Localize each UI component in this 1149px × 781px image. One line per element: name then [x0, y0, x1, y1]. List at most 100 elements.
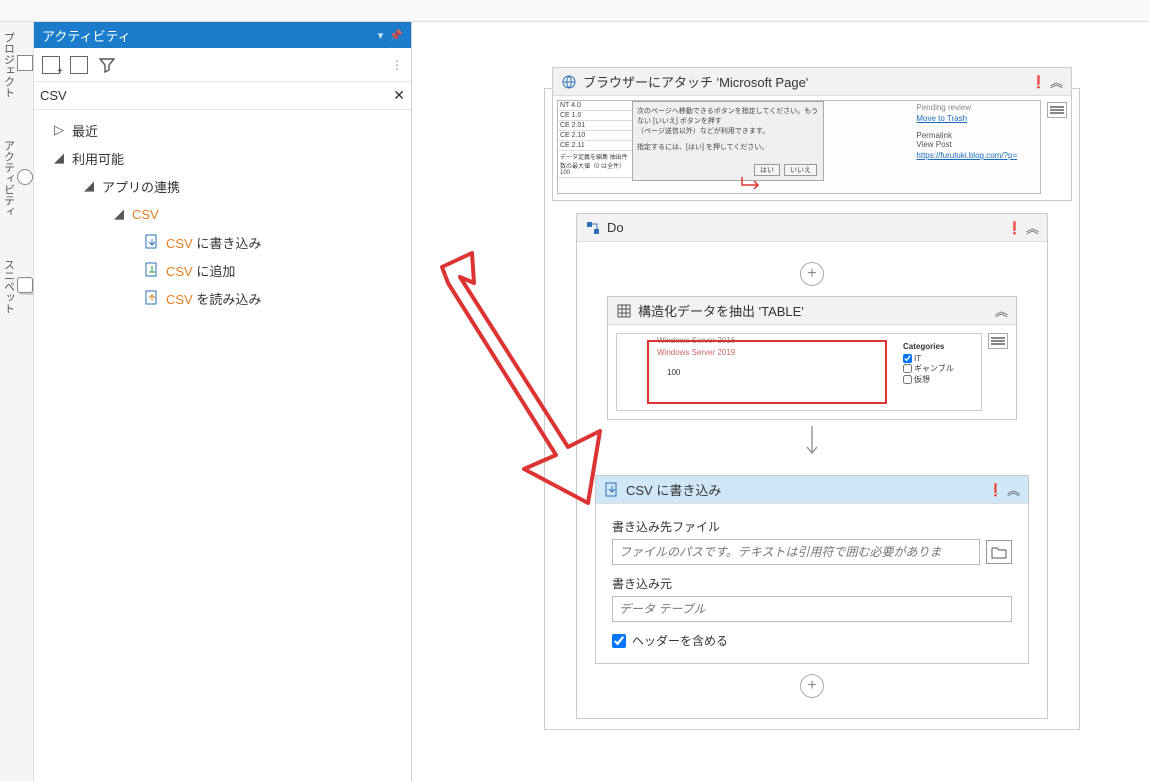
extract-card[interactable]: 構造化データを抽出 'TABLE' ︽ Windows Server 2016 …	[607, 296, 1017, 420]
tree-app-integration[interactable]: ◢ アプリの連携	[34, 172, 411, 200]
options-icon[interactable]	[1047, 102, 1067, 118]
extract-title: 構造化データを抽出 'TABLE'	[638, 301, 804, 320]
panel-pin-icon[interactable]: ▾	[378, 29, 384, 42]
do-body: + 構造化データを抽出 'TABLE' ︽ Wind	[577, 242, 1047, 718]
info-icon[interactable]: ❗	[1007, 221, 1022, 235]
designer-canvas[interactable]: ブラウザーにアタッチ 'Microsoft Page' ❗ ︽ NT 4.0 C…	[412, 22, 1149, 781]
rail-project-label: プロジェクト	[1, 32, 17, 98]
extract-body: Windows Server 2016 Windows Server 2019 …	[608, 325, 1016, 419]
do-icon	[585, 220, 601, 236]
cat-it-checkbox	[903, 354, 912, 363]
tree-item-csv-write-hl: CSV	[166, 236, 193, 251]
sequence-container: ブラウザーにアタッチ 'Microsoft Page' ❗ ︽ NT 4.0 C…	[544, 88, 1080, 730]
thumb-right-panel: Pending review Move to Trash Permalink V…	[916, 103, 1036, 162]
info-icon[interactable]: ❗	[988, 483, 1003, 497]
extract-thumbnail: Windows Server 2016 Windows Server 2019 …	[616, 333, 982, 411]
search-clear-icon[interactable]: ✕	[393, 87, 405, 104]
browser-attach-card[interactable]: ブラウザーにアタッチ 'Microsoft Page' ❗ ︽ NT 4.0 C…	[552, 67, 1072, 201]
collapse-icon[interactable]: ︽	[1007, 480, 1020, 499]
activity-icon	[17, 169, 33, 185]
thumb-no-button: いいえ	[784, 164, 817, 176]
flow-arrow-icon	[587, 426, 1037, 465]
browser-attach-body: NT 4.0 CE 1.0 CE 2.01 CE 2.10 CE 2.11 デー…	[553, 96, 1071, 200]
info-icon[interactable]: ❗	[1031, 75, 1046, 89]
chevron-right-icon: ▷	[54, 122, 66, 138]
tree-item-csv-write[interactable]: CSV に書き込み	[34, 228, 411, 256]
csv-write-header: CSV に書き込み ❗ ︽	[596, 476, 1028, 504]
include-header-checkbox[interactable]	[612, 634, 626, 648]
snippet-icon	[17, 277, 33, 293]
rail-activity-label: アクティビティ	[1, 140, 17, 217]
project-icon	[17, 55, 33, 71]
rail-project[interactable]: プロジェクト	[1, 32, 33, 98]
panel-toolbar: ⋮	[34, 48, 411, 82]
panel-header: アクティビティ ▾ 📌	[34, 22, 411, 48]
activity-panel: アクティビティ ▾ 📌 ⋮ ✕ ▷ 最近 ◢ 利用可能 ◢ アプリの連携 ◢	[34, 22, 412, 781]
tree-item-csv-write-rest: に書き込み	[193, 236, 262, 251]
tree-item-csv-append-hl: CSV	[166, 264, 193, 279]
folder-icon	[991, 545, 1007, 559]
include-header-label: ヘッダーを含める	[632, 632, 728, 649]
thumb-dialog: 次のページへ移動できるボタンを指定してください。もうない [いいえ] ボタンを押…	[632, 101, 824, 181]
cat-gamble-checkbox	[903, 364, 912, 373]
tree-item-csv-append-rest: に追加	[193, 264, 236, 279]
collapse-all-icon[interactable]	[70, 56, 88, 74]
do-header: Do ❗ ︽	[577, 214, 1047, 242]
csv-read-icon	[144, 290, 160, 306]
panel-search: ✕	[34, 82, 411, 110]
csv-write-icon	[144, 234, 160, 250]
tree-item-csv-read[interactable]: CSV を読み込み	[34, 284, 411, 312]
tree-recent-label: 最近	[72, 121, 98, 140]
panel-pin2-icon[interactable]: 📌	[389, 29, 403, 42]
left-rail: プロジェクト アクティビティ スニペット	[0, 22, 34, 781]
red-arrow-small-icon	[738, 175, 778, 193]
csv-append-icon	[144, 262, 160, 278]
tree-item-csv-read-hl: CSV	[166, 292, 193, 307]
tree-app-integration-label: アプリの連携	[102, 177, 180, 196]
toolbar-overflow-icon[interactable]: ⋮	[391, 58, 403, 72]
search-input[interactable]	[40, 88, 360, 103]
do-card[interactable]: Do ❗ ︽ + 構造化データを抽出 'TABLE'	[576, 213, 1048, 719]
tree-item-csv-append[interactable]: CSV に追加	[34, 256, 411, 284]
csv-file-input[interactable]	[612, 539, 980, 565]
tree-item-csv-read-rest: を読み込み	[193, 292, 262, 307]
chevron-down-icon: ◢	[54, 150, 66, 166]
csv-src-label: 書き込み元	[612, 575, 1012, 592]
tree-csv-folder[interactable]: ◢ CSV	[34, 200, 411, 228]
browser-thumbnail: NT 4.0 CE 1.0 CE 2.01 CE 2.10 CE 2.11 デー…	[557, 100, 1041, 194]
csv-write-title: CSV に書き込み	[626, 480, 721, 499]
collapse-icon[interactable]: ︽	[995, 301, 1008, 320]
panel-title: アクティビティ	[42, 26, 131, 45]
tree-recent[interactable]: ▷ 最近	[34, 116, 411, 144]
rail-snippet-label: スニペット	[1, 259, 17, 314]
csv-write-card[interactable]: CSV に書き込み ❗ ︽ 書き込み先ファイル	[595, 475, 1029, 664]
chevron-down-icon: ◢	[84, 178, 96, 194]
csv-file-label: 書き込み先ファイル	[612, 518, 1012, 535]
tree-available[interactable]: ◢ 利用可能	[34, 144, 411, 172]
globe-icon	[561, 74, 577, 90]
csv-write-icon	[604, 482, 620, 498]
tree-csv-label: CSV	[132, 207, 159, 222]
expand-all-icon[interactable]	[42, 56, 60, 74]
chevron-down-icon: ◢	[114, 206, 126, 222]
csv-src-input[interactable]	[612, 596, 1012, 622]
rail-snippet[interactable]: スニペット	[1, 259, 33, 314]
browse-folder-button[interactable]	[986, 540, 1012, 564]
browser-attach-header: ブラウザーにアタッチ 'Microsoft Page' ❗ ︽	[553, 68, 1071, 96]
activity-tree: ▷ 最近 ◢ 利用可能 ◢ アプリの連携 ◢ CSV CSV に書き込み CSV…	[34, 110, 411, 781]
thumb-url-link: https://furutuki.blog.com/?p=	[916, 151, 1036, 160]
options-icon[interactable]	[988, 333, 1008, 349]
browser-attach-title: ブラウザーにアタッチ 'Microsoft Page'	[583, 72, 808, 91]
table-icon	[616, 303, 632, 319]
collapse-icon[interactable]: ︽	[1050, 72, 1063, 91]
do-title: Do	[607, 220, 624, 235]
rail-activity[interactable]: アクティビティ	[1, 140, 33, 217]
top-ribbon	[0, 0, 1149, 22]
csv-write-body: 書き込み先ファイル 書き込み元 ヘ	[596, 504, 1028, 663]
cat-virtual-checkbox	[903, 375, 912, 384]
add-activity-button[interactable]: +	[800, 674, 824, 698]
filter-icon[interactable]	[98, 56, 116, 74]
extract-header: 構造化データを抽出 'TABLE' ︽	[608, 297, 1016, 325]
collapse-icon[interactable]: ︽	[1026, 218, 1039, 237]
add-activity-button[interactable]: +	[800, 262, 824, 286]
